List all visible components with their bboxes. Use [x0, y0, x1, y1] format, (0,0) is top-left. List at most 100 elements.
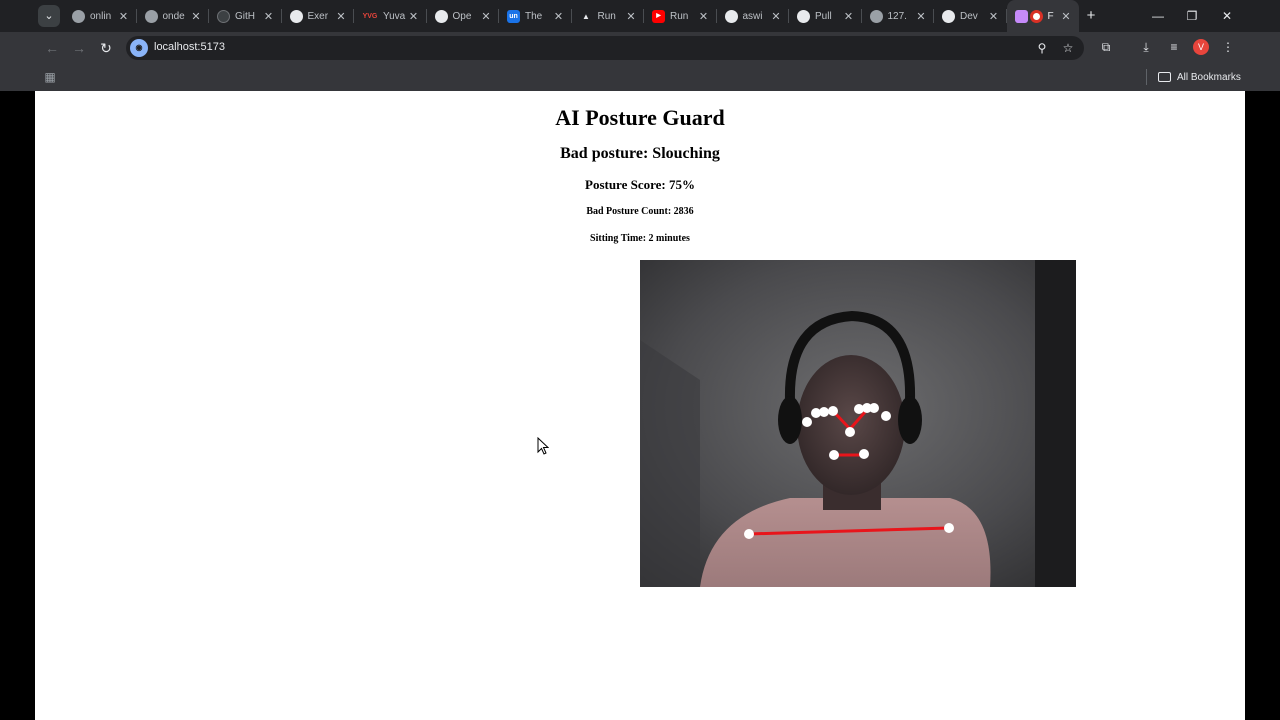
pose-landmark-point	[802, 417, 812, 427]
tab-strip: ⌄ onlin ✕ onde ✕ GitH ✕ Exer ✕ YVG Yuva ✕ Ope ✕ un The…	[0, 0, 1280, 32]
minimize-button[interactable]: —	[1150, 8, 1166, 24]
pose-landmark-point	[829, 450, 839, 460]
recording-indicator-icon	[1029, 9, 1043, 23]
browser-tab[interactable]: Ope ✕	[427, 0, 500, 32]
browser-tab[interactable]: un The ✕	[499, 0, 572, 32]
all-bookmarks-button[interactable]: All Bookmarks	[1158, 69, 1241, 85]
close-window-button[interactable]: ✕	[1219, 8, 1235, 24]
tab-close-icon[interactable]: ✕	[987, 10, 1001, 23]
tab-close-icon[interactable]: ✕	[189, 10, 203, 23]
github-icon	[942, 9, 955, 23]
browser-tab[interactable]: ▶ Run ✕	[644, 0, 717, 32]
tab-list: onlin ✕ onde ✕ GitH ✕ Exer ✕ YVG Yuva ✕ Ope ✕ un The ✕ ▲…	[64, 0, 1079, 32]
tab-title: 127.	[887, 10, 907, 22]
tab-close-icon[interactable]: ✕	[914, 10, 928, 23]
media-control-icon[interactable]: ≡	[1165, 38, 1183, 56]
tab-close-icon[interactable]: ✕	[117, 10, 131, 23]
globe-icon	[144, 9, 158, 23]
github-icon	[434, 9, 448, 23]
page-title: AI Posture Guard	[555, 105, 725, 130]
webcam-feed	[640, 260, 1076, 587]
globe-icon	[72, 9, 85, 23]
webcam-canvas	[640, 260, 1076, 587]
posture-score: Posture Score: 75%	[585, 177, 695, 192]
pose-landmark-point	[828, 406, 838, 416]
browser-tab[interactable]: F ✕	[1006, 0, 1079, 32]
page-content: AI Posture Guard Bad posture: Slouching …	[35, 91, 1245, 720]
apps-grid-icon[interactable]: ▦	[42, 69, 58, 85]
browser-tab[interactable]: YVG Yuva ✕	[354, 0, 427, 32]
tab-title: Pull	[815, 10, 832, 22]
dark-door-edge	[1035, 260, 1076, 587]
github-icon	[217, 9, 230, 23]
bookmarks-divider	[1146, 69, 1147, 85]
browser-tab[interactable]: GitH ✕	[209, 0, 282, 32]
reload-button[interactable]: ↻	[96, 38, 116, 58]
headphone-right	[898, 396, 922, 444]
menu-icon[interactable]: ⋮	[1219, 38, 1237, 56]
tab-close-icon[interactable]: ✕	[262, 10, 276, 23]
tab-title: Dev	[960, 10, 978, 22]
tab-title: Run	[597, 10, 616, 22]
tab-close-icon[interactable]: ✕	[1059, 10, 1073, 23]
tab-title: onlin	[90, 10, 112, 22]
back-button[interactable]: ←	[42, 38, 62, 58]
tab-close-icon[interactable]: ✕	[552, 10, 566, 23]
pose-landmark-point	[744, 529, 754, 539]
new-tab-button[interactable]: +	[1082, 7, 1100, 25]
tab-close-icon[interactable]: ✕	[624, 10, 638, 23]
profile-avatar[interactable]: V	[1193, 39, 1209, 55]
all-bookmarks-label: All Bookmarks	[1177, 71, 1241, 83]
pose-landmark-point	[845, 427, 855, 437]
browser-tab[interactable]: aswi ✕	[717, 0, 790, 32]
github-icon	[724, 9, 738, 23]
address-bar[interactable]: ◉ localhost:5173 ⚲ ☆	[126, 36, 1084, 60]
tab-title: Yuva	[383, 10, 406, 22]
zoom-icon[interactable]: ⚲	[1034, 40, 1050, 56]
browser-tab[interactable]: Dev ✕	[934, 0, 1007, 32]
tab-title: Exer	[307, 10, 329, 22]
bookmark-star-icon[interactable]: ☆	[1060, 40, 1076, 56]
wall-shadow	[640, 340, 700, 587]
tab-title: onde	[162, 10, 185, 22]
browser-tab[interactable]: Exer ✕	[282, 0, 355, 32]
tab-close-icon[interactable]: ✕	[334, 10, 348, 23]
site-info-icon[interactable]: ◉	[130, 39, 148, 57]
tab-title: aswi	[742, 10, 763, 22]
forward-button[interactable]: →	[69, 38, 89, 58]
pose-landmark-point	[859, 449, 869, 459]
browser-tab[interactable]: onlin ✕	[64, 0, 137, 32]
browser-tab[interactable]: Pull ✕	[789, 0, 862, 32]
bookmarks-bar: ▦ All Bookmarks	[0, 63, 1280, 91]
restore-button[interactable]: ❐	[1184, 8, 1200, 24]
triangle-icon: ▲	[582, 11, 590, 21]
tab-close-icon[interactable]: ✕	[842, 10, 856, 23]
yuva-icon: YVG	[362, 12, 378, 20]
globe-icon	[869, 9, 883, 23]
tab-close-icon[interactable]: ✕	[697, 10, 711, 23]
download-icon[interactable]: ⤓	[1137, 38, 1155, 56]
pose-landmark-point	[944, 523, 954, 533]
browser-window: ⌄ onlin ✕ onde ✕ GitH ✕ Exer ✕ YVG Yuva ✕ Ope ✕ un The…	[0, 0, 1280, 720]
tab-title: Run	[670, 10, 689, 22]
app-icon	[1014, 9, 1028, 23]
person-head	[797, 355, 905, 495]
tab-search-button[interactable]: ⌄	[38, 5, 60, 27]
tab-close-icon[interactable]: ✕	[479, 10, 493, 23]
folder-icon	[1158, 72, 1171, 82]
tab-close-icon[interactable]: ✕	[407, 10, 421, 23]
sitting-time: Sitting Time: 2 minutes	[590, 233, 690, 244]
browser-tab[interactable]: ▲ Run ✕	[572, 0, 645, 32]
pose-landmark-point	[881, 411, 891, 421]
extensions-icon[interactable]: ⧉	[1097, 38, 1115, 56]
youtube-icon: ▶	[652, 9, 665, 23]
browser-tab[interactable]: onde ✕	[137, 0, 210, 32]
tab-title: The	[525, 10, 543, 22]
posture-status: Bad posture: Slouching	[560, 145, 720, 162]
browser-toolbar: ← → ↻ ◉ localhost:5173 ⚲ ☆	[0, 32, 1280, 63]
mouse-cursor-icon	[537, 437, 549, 455]
tab-close-icon[interactable]: ✕	[769, 10, 783, 23]
github-icon	[797, 9, 810, 23]
browser-tab[interactable]: 127. ✕	[862, 0, 935, 32]
address-text[interactable]: localhost:5173	[154, 41, 225, 53]
